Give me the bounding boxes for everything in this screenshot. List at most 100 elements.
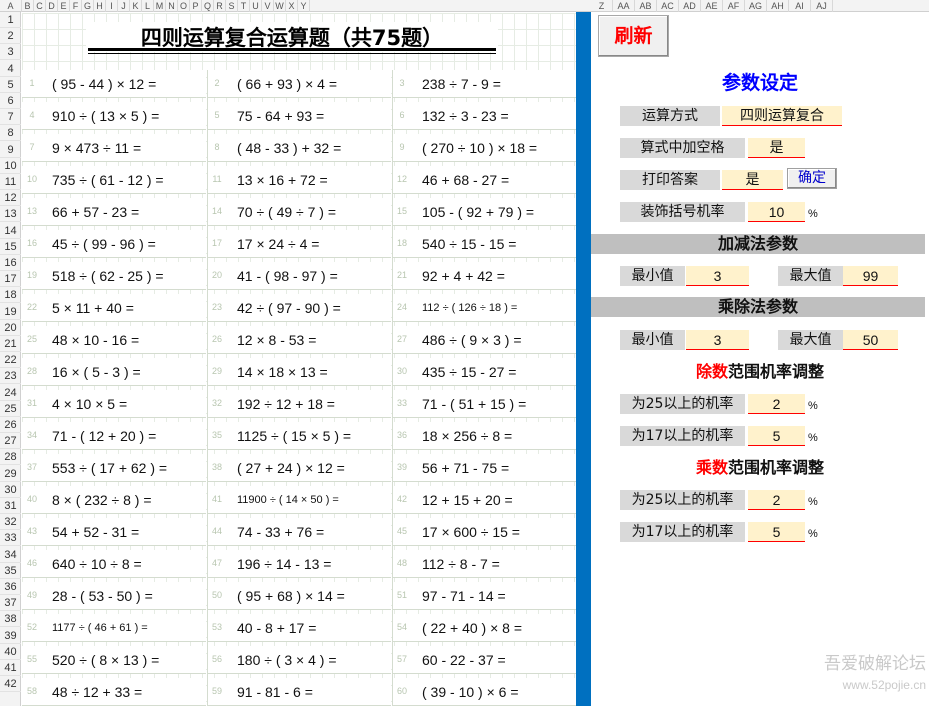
question-item[interactable]: 13 66 + 57 - 23 = — [22, 198, 206, 226]
row-header-cell[interactable]: 26 — [0, 417, 21, 433]
question-item[interactable]: 34 71 - ( 12 + 20 ) = — [22, 422, 206, 450]
question-item[interactable]: 60 ( 39 - 10 ) × 6 = — [392, 678, 576, 706]
row-header-cell[interactable]: 6 — [0, 93, 21, 109]
confirm-button[interactable]: 确定 — [787, 168, 837, 189]
row-header-cell[interactable]: 3 — [0, 44, 21, 61]
question-item[interactable]: 48 112 ÷ 8 - 7 = — [392, 550, 576, 578]
question-item[interactable]: 44 74 - 33 + 76 = — [207, 518, 391, 546]
row-header-cell[interactable]: 38 — [0, 611, 21, 628]
mul-over17-field[interactable]: 5 — [748, 522, 805, 542]
add-min-field[interactable]: 3 — [686, 266, 749, 286]
div-over17-field[interactable]: 5 — [748, 426, 805, 446]
row-header-cell[interactable]: 32 — [0, 514, 21, 531]
question-item[interactable]: 18 540 ÷ 15 - 15 = — [392, 230, 576, 258]
question-item[interactable]: 7 9 × 473 ÷ 11 = — [22, 134, 206, 162]
column-header-cell[interactable]: P — [190, 0, 202, 12]
question-item[interactable]: 5 75 - 64 + 93 = — [207, 102, 391, 130]
column-header-cell[interactable]: AG — [745, 0, 767, 12]
question-item[interactable]: 1 ( 95 - 44 ) × 12 = — [22, 70, 206, 98]
row-header-cell[interactable]: 18 — [0, 287, 21, 304]
question-item[interactable]: 4 910 ÷ ( 13 × 5 ) = — [22, 102, 206, 130]
column-header-cell[interactable]: H — [94, 0, 106, 12]
question-item[interactable]: 41 11900 ÷ ( 14 × 50 ) = — [207, 486, 391, 514]
question-item[interactable]: 3 238 ÷ 7 - 9 = — [392, 70, 576, 98]
column-header-cell[interactable]: C — [34, 0, 46, 12]
div-over25-field[interactable]: 2 — [748, 394, 805, 414]
column-header-cell[interactable]: F — [70, 0, 82, 12]
question-item[interactable]: 56 180 ÷ ( 3 × 4 ) = — [207, 646, 391, 674]
question-item[interactable]: 12 46 + 68 - 27 = — [392, 166, 576, 194]
question-item[interactable]: 53 40 - 8 + 17 = — [207, 614, 391, 642]
row-header-cell[interactable]: 29 — [0, 466, 21, 482]
row-header-cell[interactable]: 8 — [0, 125, 21, 142]
question-item[interactable]: 11 13 × 16 + 72 = — [207, 166, 391, 194]
question-item[interactable]: 8 ( 48 - 33 ) + 32 = — [207, 134, 391, 162]
question-item[interactable]: 45 17 × 600 ÷ 15 = — [392, 518, 576, 546]
row-header-cell[interactable]: 5 — [0, 77, 21, 93]
question-item[interactable]: 22 5 × 11 + 40 = — [22, 294, 206, 322]
question-item[interactable]: 52 1177 ÷ ( 46 + 61 ) = — [22, 614, 206, 642]
row-header-cell[interactable]: 4 — [0, 61, 21, 77]
question-item[interactable]: 57 60 - 22 - 37 = — [392, 646, 576, 674]
question-item[interactable]: 28 16 × ( 5 - 3 ) = — [22, 358, 206, 386]
question-item[interactable]: 2 ( 66 + 93 ) × 4 = — [207, 70, 391, 98]
question-item[interactable]: 16 45 ÷ ( 99 - 96 ) = — [22, 230, 206, 258]
op-mode-field[interactable]: 四则运算复合 — [722, 106, 842, 126]
question-item[interactable]: 23 42 ÷ ( 97 - 90 ) = — [207, 294, 391, 322]
question-item[interactable]: 6 132 ÷ 3 - 23 = — [392, 102, 576, 130]
row-header-cell[interactable]: 28 — [0, 449, 21, 466]
row-header-cell[interactable]: 24 — [0, 385, 21, 401]
question-item[interactable]: 15 105 - ( 92 + 79 ) = — [392, 198, 576, 226]
column-header-cell[interactable]: V — [262, 0, 274, 12]
row-header-cell[interactable]: 23 — [0, 368, 21, 385]
column-header-cell[interactable]: W — [274, 0, 286, 12]
row-header-cell[interactable]: 34 — [0, 547, 21, 563]
column-header-cell[interactable]: G — [82, 0, 94, 12]
row-header-cell[interactable]: 11 — [0, 174, 21, 190]
add-max-field[interactable]: 99 — [843, 266, 898, 286]
column-header-cell[interactable]: AB — [635, 0, 657, 12]
column-header-cell[interactable]: R — [214, 0, 226, 12]
column-header-cell[interactable]: U — [250, 0, 262, 12]
column-header-cell[interactable]: Y — [298, 0, 310, 12]
question-item[interactable]: 27 486 ÷ ( 9 × 3 ) = — [392, 326, 576, 354]
question-item[interactable]: 55 520 ÷ ( 8 × 13 ) = — [22, 646, 206, 674]
row-header-cell[interactable]: 20 — [0, 320, 21, 336]
question-item[interactable]: 17 17 × 24 ÷ 4 = — [207, 230, 391, 258]
column-header-cell[interactable]: AI — [789, 0, 811, 12]
question-item[interactable]: 40 8 × ( 232 ÷ 8 ) = — [22, 486, 206, 514]
column-header-cell[interactable]: O — [178, 0, 190, 12]
column-header-cell[interactable]: AF — [723, 0, 745, 12]
column-header-cell[interactable]: AE — [701, 0, 723, 12]
row-header-cell[interactable]: 35 — [0, 563, 21, 579]
column-header-cell[interactable]: AH — [767, 0, 789, 12]
row-header-cell[interactable]: 31 — [0, 498, 21, 514]
question-item[interactable]: 59 91 - 81 - 6 = — [207, 678, 391, 706]
row-header-cell[interactable]: 21 — [0, 336, 21, 352]
space-field[interactable]: 是 — [748, 138, 805, 158]
question-item[interactable]: 31 4 × 10 × 5 = — [22, 390, 206, 418]
column-header-cell[interactable]: A — [0, 0, 22, 12]
column-header-cell[interactable]: Q — [202, 0, 214, 12]
row-header-cell[interactable]: 17 — [0, 271, 21, 288]
question-item[interactable]: 46 640 ÷ 10 ÷ 8 = — [22, 550, 206, 578]
question-item[interactable]: 51 97 - 71 - 14 = — [392, 582, 576, 610]
question-item[interactable]: 50 ( 95 + 68 ) × 14 = — [207, 582, 391, 610]
question-item[interactable]: 37 553 ÷ ( 17 + 62 ) = — [22, 454, 206, 482]
column-header-cell[interactable]: B — [22, 0, 34, 12]
mul-max-field[interactable]: 50 — [843, 330, 898, 350]
question-item[interactable]: 54 ( 22 + 40 ) × 8 = — [392, 614, 576, 642]
question-item[interactable]: 49 28 - ( 53 - 50 ) = — [22, 582, 206, 610]
row-header-cell[interactable]: 41 — [0, 660, 21, 676]
column-header-cell[interactable]: AA — [613, 0, 635, 12]
question-item[interactable]: 9 ( 270 ÷ 10 ) × 18 = — [392, 134, 576, 162]
column-header-cell[interactable]: M — [154, 0, 166, 12]
column-header-cell[interactable]: AD — [679, 0, 701, 12]
question-item[interactable]: 33 71 - ( 51 + 15 ) = — [392, 390, 576, 418]
row-header-cell[interactable]: 33 — [0, 530, 21, 547]
column-header-cell[interactable]: AJ — [811, 0, 833, 12]
row-header-cell[interactable]: 12 — [0, 190, 21, 207]
row-header-cell[interactable]: 15 — [0, 239, 21, 255]
question-item[interactable]: 24 112 ÷ ( 126 ÷ 18 ) = — [392, 294, 576, 322]
question-item[interactable]: 58 48 ÷ 12 + 33 = — [22, 678, 206, 706]
